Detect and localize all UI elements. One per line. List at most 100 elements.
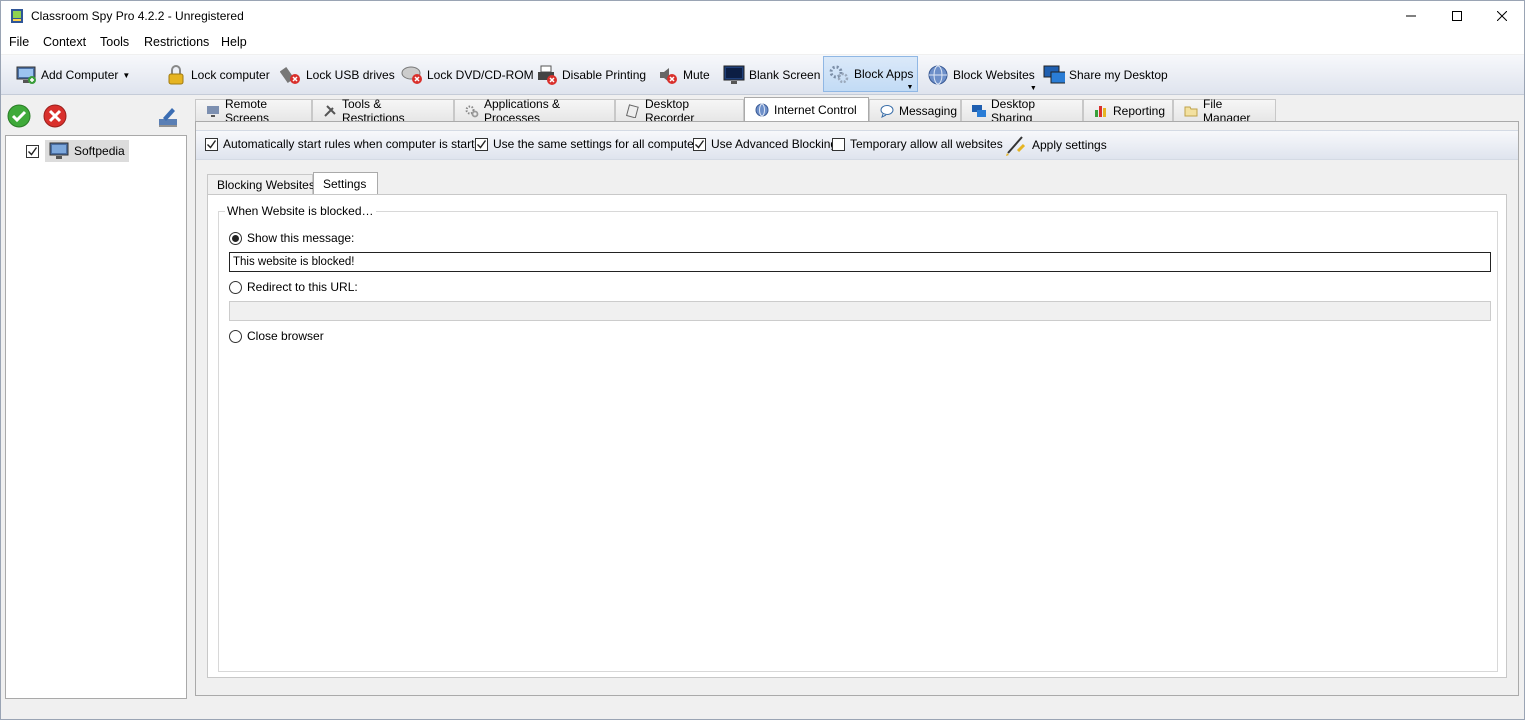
advanced-blocking-checkbox[interactable] bbox=[693, 137, 706, 151]
menu-context[interactable]: Context bbox=[43, 35, 86, 49]
temp-allow-checkbox[interactable] bbox=[832, 137, 845, 151]
gears-icon bbox=[828, 63, 850, 85]
usb-drive-icon bbox=[280, 64, 302, 86]
advanced-blocking-label: Use Advanced Blocking bbox=[711, 137, 838, 151]
temp-allow-label: Temporary allow all websites bbox=[850, 137, 1003, 151]
auto-start-checkbox[interactable] bbox=[205, 137, 218, 151]
close-browser-option[interactable]: Close browser bbox=[229, 329, 324, 343]
redirect-radio[interactable] bbox=[229, 280, 242, 294]
edit-icon bbox=[159, 108, 177, 127]
tab-label: Internet Control bbox=[774, 103, 857, 117]
menu-file[interactable]: File bbox=[9, 35, 29, 49]
block-apps-label: Block Apps bbox=[854, 67, 914, 81]
recorder-icon bbox=[626, 104, 640, 118]
tab-file-manager[interactable]: File Manager bbox=[1173, 97, 1276, 125]
redirect-url-input[interactable] bbox=[229, 301, 1491, 321]
share-desktop-button[interactable]: Share my Desktop bbox=[1039, 58, 1172, 92]
lock-usb-label: Lock USB drives bbox=[306, 68, 395, 82]
toolbar: Add Computer ▼ Lock computer Lock USB dr… bbox=[1, 55, 1524, 95]
add-computer-icon bbox=[15, 64, 37, 86]
lock-usb-button[interactable]: Lock USB drives bbox=[276, 58, 399, 92]
show-message-radio[interactable] bbox=[229, 231, 242, 245]
tab-label: Reporting bbox=[1113, 104, 1166, 118]
tab-internet-control[interactable]: Internet Control bbox=[744, 97, 869, 122]
apply-settings-button[interactable]: Apply settings bbox=[1004, 133, 1107, 157]
window-title: Classroom Spy Pro 4.2.2 - Unregistered bbox=[31, 9, 244, 23]
checkmark-icon bbox=[28, 146, 38, 156]
menu-help[interactable]: Help bbox=[221, 35, 247, 49]
tab-remote-screens[interactable]: Remote Screens bbox=[195, 97, 312, 125]
subtab-settings[interactable]: Settings bbox=[313, 172, 378, 195]
subtab-blocking-websites[interactable]: Blocking Websites bbox=[207, 174, 315, 195]
padlock-icon bbox=[165, 64, 187, 86]
tab-tools-restrictions[interactable]: Tools & Restrictions bbox=[312, 97, 454, 125]
advanced-blocking-option[interactable]: Use Advanced Blocking bbox=[693, 137, 837, 151]
lock-dvd-button[interactable]: Lock DVD/CD-ROM bbox=[397, 58, 538, 92]
monitor-icon bbox=[723, 64, 745, 86]
tab-messaging[interactable]: Messaging bbox=[869, 99, 961, 122]
mute-button[interactable]: Mute bbox=[653, 58, 714, 92]
folder-icon bbox=[1184, 104, 1198, 118]
close-button[interactable] bbox=[1479, 1, 1525, 32]
subtab-label: Blocking Websites bbox=[217, 178, 315, 192]
computer-name: Softpedia bbox=[74, 144, 125, 158]
disable-printing-label: Disable Printing bbox=[562, 68, 647, 82]
disable-printing-button[interactable]: Disable Printing bbox=[532, 58, 650, 92]
close-browser-label: Close browser bbox=[247, 329, 324, 343]
status-bar bbox=[1, 700, 1524, 719]
block-apps-button[interactable]: Block Apps ▼ bbox=[823, 56, 919, 92]
tab-label: Messaging bbox=[899, 104, 958, 118]
maximize-icon bbox=[1452, 11, 1462, 21]
globe-icon bbox=[755, 103, 769, 117]
green-check-icon bbox=[7, 104, 31, 128]
close-browser-radio[interactable] bbox=[229, 329, 242, 343]
checkmark-icon bbox=[477, 139, 487, 149]
edit-list-button[interactable] bbox=[157, 105, 179, 130]
dvd-drive-icon bbox=[401, 64, 423, 86]
globe-icon bbox=[927, 64, 949, 86]
tab-reporting[interactable]: Reporting bbox=[1083, 99, 1173, 122]
block-websites-button[interactable]: Block Websites ▼ bbox=[923, 58, 1039, 92]
app-icon bbox=[10, 8, 24, 24]
menu-restrictions[interactable]: Restrictions bbox=[144, 35, 209, 49]
tab-desktop-sharing[interactable]: Desktop Sharing bbox=[961, 97, 1083, 125]
chevron-down-icon: ▼ bbox=[122, 70, 131, 80]
main-window: Classroom Spy Pro 4.2.2 - Unregistered F… bbox=[0, 0, 1525, 720]
computer-checkbox[interactable] bbox=[26, 144, 39, 158]
monitor-icon bbox=[206, 104, 220, 118]
blank-screen-button[interactable]: Blank Screen bbox=[719, 58, 824, 92]
close-icon bbox=[1496, 10, 1508, 22]
auto-start-option[interactable]: Automatically start rules when computer … bbox=[205, 137, 488, 151]
computer-item[interactable]: Softpedia bbox=[26, 140, 129, 162]
tools-icon bbox=[323, 104, 337, 118]
computer-list-toolbar bbox=[1, 97, 191, 135]
same-settings-checkbox[interactable] bbox=[475, 137, 488, 151]
title-bar: Classroom Spy Pro 4.2.2 - Unregistered bbox=[1, 1, 1524, 32]
show-message-option[interactable]: Show this message: bbox=[229, 231, 354, 245]
uncheck-all-button[interactable] bbox=[43, 104, 67, 131]
check-all-button[interactable] bbox=[7, 104, 31, 131]
maximize-button[interactable] bbox=[1434, 1, 1480, 32]
message-input[interactable] bbox=[229, 252, 1491, 272]
mute-icon bbox=[657, 64, 679, 86]
redirect-option[interactable]: Redirect to this URL: bbox=[229, 280, 358, 294]
subtab-label: Settings bbox=[323, 177, 367, 191]
share-desktop-label: Share my Desktop bbox=[1069, 68, 1168, 82]
checkmark-icon bbox=[695, 139, 705, 149]
gears-icon bbox=[465, 104, 479, 118]
minimize-button[interactable] bbox=[1388, 1, 1434, 32]
tab-desktop-recorder[interactable]: Desktop Recorder bbox=[615, 97, 744, 125]
share-desktop-icon bbox=[1043, 64, 1065, 86]
auto-start-label: Automatically start rules when computer … bbox=[223, 137, 488, 151]
tab-applications-processes[interactable]: Applications & Processes bbox=[454, 97, 615, 125]
menu-bar: File Context Tools Restrictions Help bbox=[1, 32, 1524, 54]
add-computer-button[interactable]: Add Computer ▼ bbox=[11, 58, 134, 92]
redirect-label: Redirect to this URL: bbox=[247, 280, 358, 294]
same-settings-option[interactable]: Use the same settings for all computers bbox=[475, 137, 704, 151]
blank-screen-label: Blank Screen bbox=[749, 68, 821, 82]
bar-chart-icon bbox=[1094, 104, 1108, 118]
lock-computer-button[interactable]: Lock computer bbox=[161, 58, 274, 92]
menu-tools[interactable]: Tools bbox=[100, 35, 129, 49]
temp-allow-option[interactable]: Temporary allow all websites bbox=[832, 137, 1003, 151]
minimize-icon bbox=[1406, 15, 1416, 17]
